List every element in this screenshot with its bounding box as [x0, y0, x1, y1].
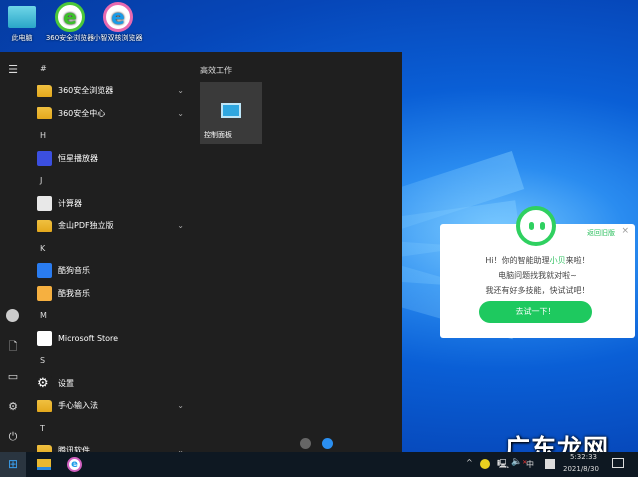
ime-indicator[interactable]: 中	[526, 459, 534, 470]
popup-text: 电脑问题找我就对啦~	[498, 271, 577, 280]
show-hidden-icons-chevron-icon[interactable]: ^	[466, 458, 473, 467]
hamburger-menu-icon[interactable]: ☰	[5, 62, 21, 78]
try-it-button[interactable]: 去试一下！	[479, 301, 592, 323]
chevron-down-icon[interactable]: ⌄	[177, 109, 184, 118]
app-list-item[interactable]: Microsoft Store	[26, 327, 192, 349]
desktop-icon-this-pc[interactable]: 此电脑	[0, 2, 47, 43]
tile-control-panel[interactable]: 控制面板	[200, 82, 262, 144]
close-icon[interactable]: ×	[621, 226, 629, 236]
settings-gear-icon[interactable]: ⚙	[5, 399, 21, 415]
app-label: Microsoft Store	[58, 333, 119, 343]
tray-app-icon[interactable]	[545, 459, 555, 469]
app-label: 酷我音乐	[58, 288, 90, 298]
app-label: 360安全中心	[58, 108, 106, 118]
desktop-icon-label: 360安全浏览器	[45, 34, 95, 42]
app-list-item[interactable]: 360安全浏览器 ⌄	[26, 80, 192, 102]
letter-label[interactable]: K	[40, 244, 45, 253]
list-group-letter: M	[26, 305, 192, 327]
desktop-icon-label: 此电脑	[11, 34, 33, 42]
start-button[interactable]: ⊞	[0, 452, 26, 477]
popup-text: 我还有好多技能，快试试吧！	[485, 286, 590, 295]
tile-label: 控制面板	[204, 131, 232, 139]
clock-date[interactable]: 2021/8/30	[563, 465, 599, 473]
tile-group-title: 高效工作	[200, 66, 232, 75]
clock-time[interactable]: 5:32:33	[570, 453, 597, 461]
store-icon	[37, 330, 52, 346]
list-group-letter: T	[26, 417, 192, 439]
letter-label[interactable]: T	[40, 424, 45, 433]
folder-icon	[37, 219, 52, 232]
gear-icon: ⚙	[37, 375, 52, 391]
action-center-icon[interactable]	[612, 458, 624, 468]
kugou-icon	[37, 263, 52, 278]
app-label: 金山PDF独立版	[58, 221, 114, 230]
app-label: 手心输入法	[58, 401, 98, 410]
start-rail: ☰ 🗋 ▭ ⚙ ⏻	[0, 52, 26, 452]
letter-label[interactable]: #	[40, 64, 47, 73]
list-group-letter: K	[26, 237, 192, 259]
folder-icon	[37, 107, 52, 119]
scroll-dot-active[interactable]	[322, 438, 333, 449]
desktop-icon-xiaozhi-browser[interactable]: e 小智双核浏览器	[93, 2, 143, 43]
letter-label[interactable]: J	[40, 176, 42, 185]
list-group-letter: H	[26, 125, 192, 147]
app-list-item[interactable]: ⚙ 设置	[26, 372, 192, 394]
list-group-letter: J	[26, 170, 192, 192]
chevron-down-icon[interactable]: ⌄	[177, 401, 184, 410]
app-list-item[interactable]: 恒星播放器	[26, 147, 192, 169]
folder-icon	[37, 444, 52, 452]
back-to-old-version-link[interactable]: 返回旧版	[587, 228, 615, 238]
letter-label[interactable]: M	[40, 311, 47, 320]
player-icon	[37, 150, 52, 166]
folder-icon	[37, 399, 52, 412]
desktop-icon-360-browser[interactable]: e 360安全浏览器	[45, 2, 95, 43]
app-label: 设置	[58, 378, 74, 388]
popup-text: Hi！你的智能助理	[485, 256, 550, 265]
volume-muted-icon[interactable]: 🔈✕	[511, 457, 527, 467]
documents-icon[interactable]: 🗋	[5, 339, 21, 355]
app-label: 360安全浏览器	[58, 86, 114, 95]
app-list-item[interactable]: 酷狗音乐	[26, 260, 192, 282]
app-list[interactable]: #360安全浏览器 ⌄ 360安全中心 ⌄ H 恒星播放器 J 计算器金山PDF独立版 ⌄ K 酷狗…	[26, 52, 192, 452]
power-icon[interactable]: ⏻	[5, 429, 21, 445]
folder-icon	[37, 84, 52, 97]
desktop-icon-label: 小智双核浏览器	[93, 34, 143, 42]
app-list-item[interactable]: 手心输入法 ⌄	[26, 395, 192, 417]
pictures-icon[interactable]: ▭	[5, 369, 21, 385]
assistant-mascot-icon	[516, 206, 556, 246]
app-label: 酷狗音乐	[58, 266, 90, 275]
user-avatar-icon[interactable]	[6, 309, 19, 322]
app-label: 计算器	[58, 198, 82, 208]
calculator-icon	[37, 195, 52, 211]
computer-icon	[8, 6, 36, 28]
network-icon[interactable]: 🖳	[497, 457, 509, 473]
360-tray-icon[interactable]	[480, 459, 490, 469]
assistant-name: 小贝	[549, 256, 566, 265]
start-menu: ☰ 🗋 ▭ ⚙ ⏻ #360安全浏览器 ⌄ 360安全中心 ⌄ H 恒星播放器 J 计算器金山…	[0, 52, 402, 452]
app-label: 恒星播放器	[58, 153, 98, 163]
app-list-item[interactable]: 计算器	[26, 192, 192, 214]
xiaozhi-browser-icon: e	[103, 2, 133, 32]
app-list-item[interactable]: 腾讯软件 ⌄	[26, 440, 192, 452]
app-list-item[interactable]: 360安全中心 ⌄	[26, 102, 192, 124]
assistant-popup: 返回旧版 × Hi！你的智能助理小贝来啦！ 电脑问题找我就对啦~ 我还有好多技能…	[440, 206, 635, 338]
app-list-item[interactable]: 金山PDF独立版 ⌄	[26, 215, 192, 237]
chevron-down-icon[interactable]: ⌄	[177, 86, 184, 95]
chevron-down-icon[interactable]: ⌄	[177, 221, 184, 230]
list-group-letter: S	[26, 350, 192, 372]
app-list-item[interactable]: 酷我音乐	[26, 282, 192, 304]
taskbar: ⊞ e ^ 🖳 🔈✕ 中 5:32:33 2021/8/30	[0, 452, 638, 477]
control-panel-icon	[221, 103, 241, 118]
list-group-letter: #	[26, 57, 192, 79]
scroll-dot-inactive[interactable]	[300, 438, 311, 449]
popup-text: 来啦！	[565, 256, 590, 265]
letter-label[interactable]: S	[40, 356, 45, 365]
tiles-area: 高效工作 控制面板	[192, 52, 402, 452]
kuwo-icon	[37, 285, 52, 301]
file-explorer-icon[interactable]	[37, 459, 51, 470]
letter-label[interactable]: H	[40, 131, 46, 140]
app-label: 腾讯软件	[58, 446, 90, 452]
360-browser-icon: e	[55, 2, 85, 32]
browser-taskbar-icon[interactable]: e	[67, 457, 82, 472]
